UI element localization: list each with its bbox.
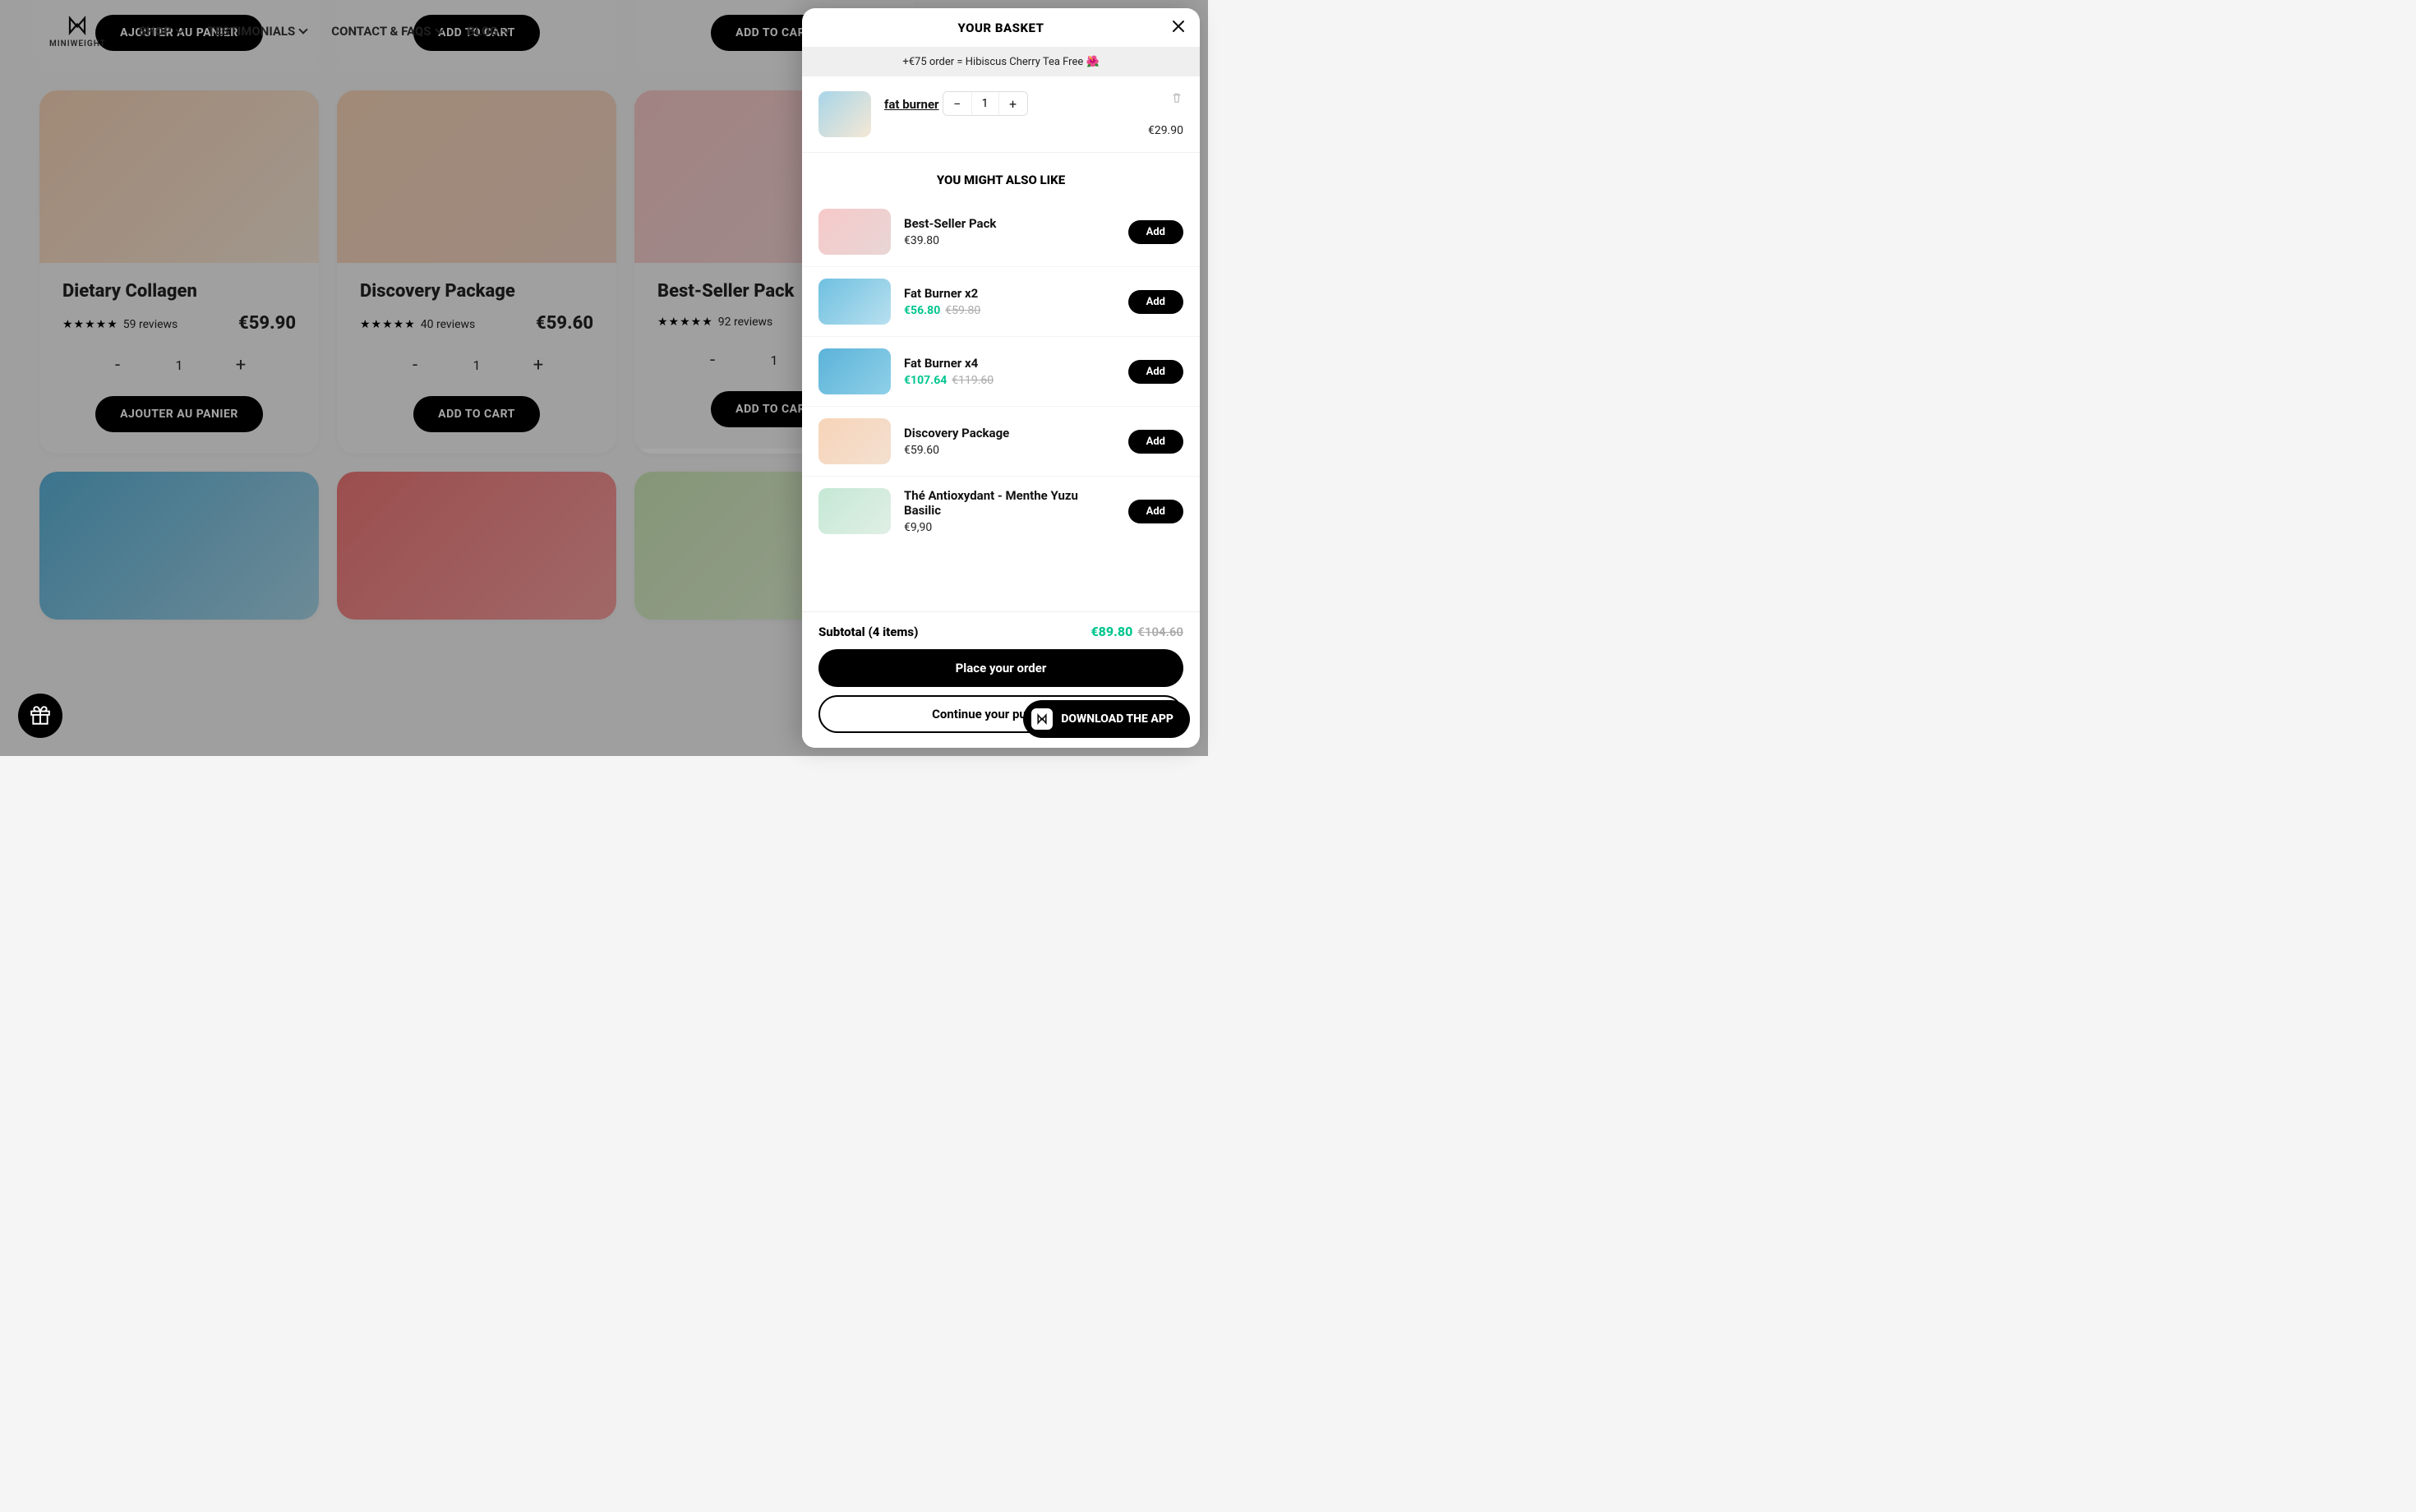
promo-banner: +€75 order = Hibiscus Cherry Tea Free 🌺 bbox=[802, 48, 1200, 76]
upsell-name: Fat Burner x4 bbox=[904, 356, 1115, 371]
download-app-button[interactable]: DOWNLOAD THE APP bbox=[1023, 700, 1190, 738]
drawer-header: YOUR BASKET bbox=[802, 8, 1200, 48]
upsell-add-button[interactable]: Add bbox=[1128, 500, 1183, 523]
upsell-item: Best-Seller Pack €39.80 Add bbox=[802, 197, 1200, 267]
cart-item-image[interactable] bbox=[818, 91, 871, 137]
upsell-price: €56.80€59.80 bbox=[904, 304, 1115, 317]
drawer-scroll[interactable]: fat burner − 1 + €29.90 YOU MIGHT ALSO L… bbox=[802, 76, 1200, 611]
upsell-name: Discovery Package bbox=[904, 426, 1115, 440]
close-icon bbox=[1170, 18, 1187, 35]
upsell-image[interactable] bbox=[818, 418, 891, 464]
upsell-item: Discovery Package €59.60 Add bbox=[802, 407, 1200, 477]
remove-item-button[interactable] bbox=[1170, 91, 1183, 108]
place-order-button[interactable]: Place your order bbox=[818, 649, 1183, 687]
qty-value: 1 bbox=[971, 92, 999, 115]
subtotal-value: €89.80€104.60 bbox=[1090, 624, 1183, 639]
upsell-image[interactable] bbox=[818, 209, 891, 255]
upsell-price: €9,90 bbox=[904, 521, 1115, 534]
qty-plus-button[interactable]: + bbox=[999, 92, 1027, 115]
upsell-price: €107.64€119.60 bbox=[904, 374, 1115, 387]
trash-icon bbox=[1170, 91, 1183, 104]
cart-item-name[interactable]: fat burner bbox=[884, 97, 939, 112]
upsell-name: Fat Burner x2 bbox=[904, 286, 1115, 301]
cart-item-price: €29.90 bbox=[1148, 124, 1183, 137]
upsell-item: Fat Burner x4 €107.64€119.60 Add bbox=[802, 337, 1200, 407]
upsell-price: €59.60 bbox=[904, 444, 1115, 457]
upsell-item: Thé Antioxydant - Menthe Yuzu Basilic €9… bbox=[802, 477, 1200, 546]
upsell-name: Thé Antioxydant - Menthe Yuzu Basilic bbox=[904, 488, 1115, 518]
subtotal-label: Subtotal (4 items) bbox=[818, 625, 918, 639]
close-button[interactable] bbox=[1170, 18, 1187, 38]
upsell-image[interactable] bbox=[818, 488, 891, 534]
basket-drawer: YOUR BASKET +€75 order = Hibiscus Cherry… bbox=[802, 8, 1200, 748]
upsell-add-button[interactable]: Add bbox=[1128, 360, 1183, 384]
cart-quantity-stepper: − 1 + bbox=[943, 91, 1028, 116]
qty-minus-button[interactable]: − bbox=[943, 92, 971, 115]
cart-item: fat burner − 1 + €29.90 bbox=[802, 76, 1200, 153]
upsell-name: Best-Seller Pack bbox=[904, 216, 1115, 231]
upsell-add-button[interactable]: Add bbox=[1128, 220, 1183, 244]
gift-icon bbox=[30, 705, 51, 726]
download-app-label: DOWNLOAD THE APP bbox=[1061, 712, 1173, 726]
rewards-fab[interactable] bbox=[18, 694, 62, 738]
upsell-add-button[interactable]: Add bbox=[1128, 430, 1183, 454]
upsell-item: Fat Burner x2 €56.80€59.80 Add bbox=[802, 267, 1200, 337]
upsell-title: YOU MIGHT ALSO LIKE bbox=[802, 153, 1200, 197]
upsell-image[interactable] bbox=[818, 279, 891, 325]
app-badge-icon bbox=[1031, 708, 1053, 730]
upsell-image[interactable] bbox=[818, 348, 891, 394]
drawer-title: YOUR BASKET bbox=[958, 21, 1044, 35]
upsell-add-button[interactable]: Add bbox=[1128, 290, 1183, 314]
upsell-price: €39.80 bbox=[904, 234, 1115, 247]
